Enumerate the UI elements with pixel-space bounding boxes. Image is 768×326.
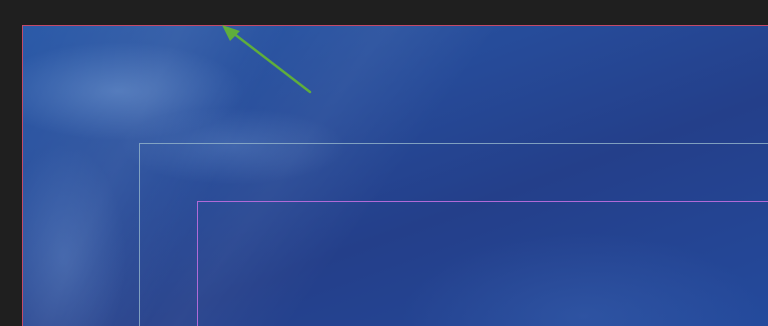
editor-workspace <box>0 0 768 326</box>
canvas-frame[interactable] <box>22 25 768 326</box>
sky-background <box>23 26 768 326</box>
